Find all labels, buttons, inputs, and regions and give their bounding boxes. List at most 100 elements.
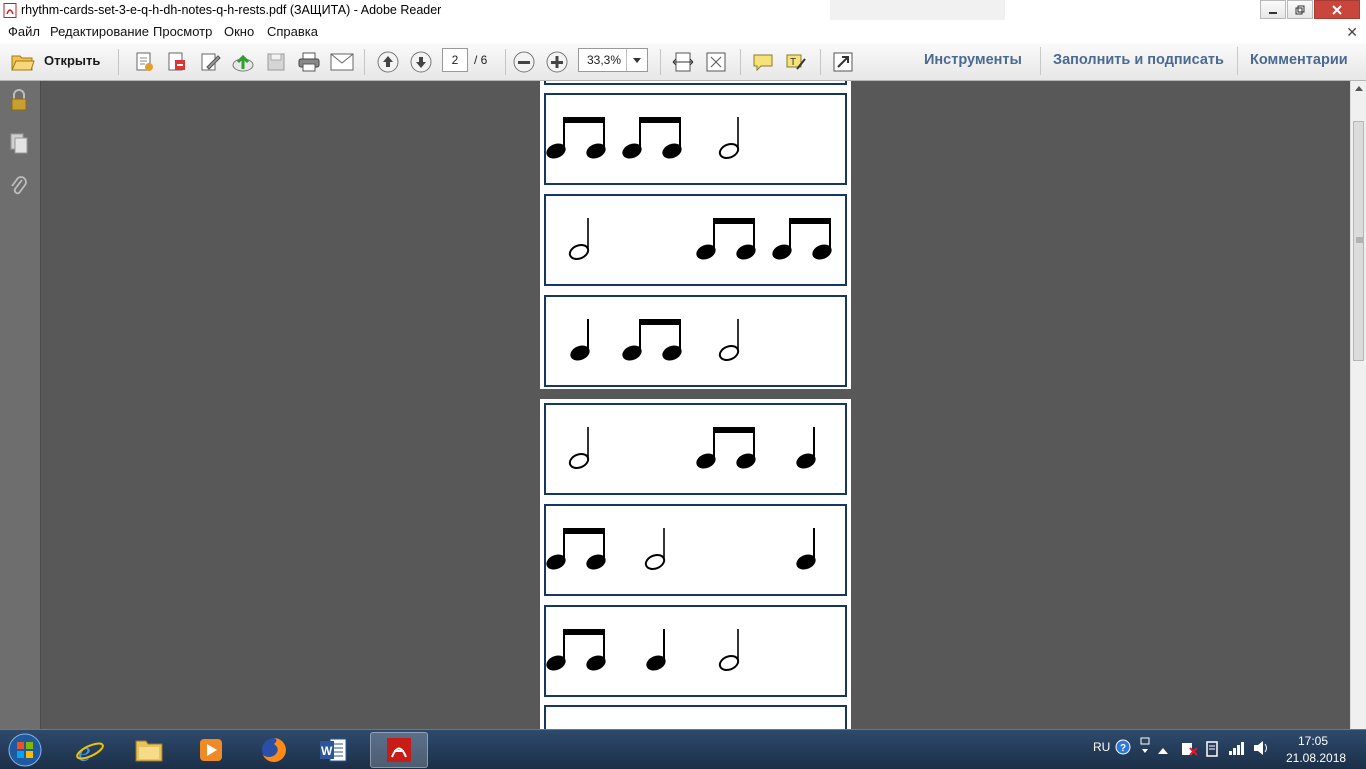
edit-document-icon[interactable]	[197, 49, 223, 75]
navigation-pane	[0, 81, 41, 729]
rhythm-notation	[568, 427, 816, 469]
toolbar-separator	[740, 49, 741, 75]
close-document-icon[interactable]: ✕	[1346, 24, 1358, 41]
background-window-ghost	[830, 0, 1005, 20]
svg-text:T: T	[790, 57, 796, 68]
rhythm-notation	[546, 629, 740, 671]
half-note	[568, 218, 590, 260]
quarter-note	[796, 427, 816, 469]
export-pdf-icon[interactable]	[164, 49, 190, 75]
tab-comments[interactable]: Комментарии	[1250, 52, 1348, 68]
menu-view[interactable]: Просмотр	[153, 24, 212, 39]
eighth-note-pair	[622, 319, 682, 361]
language-indicator[interactable]: RU	[1093, 740, 1110, 754]
rhythm-notation	[546, 528, 816, 570]
eighth-note-pair	[546, 629, 606, 671]
previous-page-icon[interactable]	[375, 49, 401, 75]
rhythm-card	[544, 93, 847, 185]
signal-strength-icon[interactable]	[1228, 740, 1246, 759]
menu-bar: Файл Редактирование Просмотр Окно Справк…	[0, 21, 1366, 44]
pages-thumbnail-icon[interactable]	[8, 132, 30, 154]
full-screen-icon[interactable]	[830, 49, 856, 75]
quarter-note	[646, 629, 666, 671]
toolbar-separator	[660, 49, 661, 75]
menu-file[interactable]: Файл	[8, 24, 40, 39]
upload-cloud-icon[interactable]	[230, 49, 256, 75]
media-player-icon[interactable]	[183, 732, 238, 768]
tab-fill-sign[interactable]: Заполнить и подписать	[1053, 52, 1224, 68]
scroll-up-icon[interactable]	[1355, 86, 1363, 91]
tab-tools[interactable]: Инструменты	[924, 52, 1022, 68]
rhythm-card-partial-top	[544, 81, 847, 85]
restore-button[interactable]	[1287, 0, 1313, 19]
start-button[interactable]	[5, 731, 45, 769]
file-explorer-icon[interactable]	[121, 732, 176, 768]
eighth-note-pair	[622, 117, 682, 159]
window-title: rhythm-cards-set-3-e-q-h-dh-notes-q-h-re…	[21, 3, 442, 17]
volume-icon[interactable]	[1253, 740, 1271, 759]
help-icon[interactable]: ?	[1115, 739, 1131, 758]
minimize-button[interactable]	[1260, 0, 1286, 19]
svg-text:?: ?	[1120, 743, 1126, 754]
comment-icon[interactable]	[750, 49, 776, 75]
show-hidden-icons-icon[interactable]	[1158, 742, 1168, 757]
menu-edit[interactable]: Редактирование	[50, 24, 149, 39]
rhythm-card	[544, 194, 847, 286]
menu-help[interactable]: Справка	[267, 24, 318, 39]
internet-explorer-icon[interactable]: e	[62, 732, 117, 768]
half-note	[718, 319, 740, 361]
pdf-file-icon	[3, 3, 17, 18]
create-pdf-icon[interactable]	[131, 49, 157, 75]
save-icon[interactable]	[263, 49, 289, 75]
toolbar-separator	[505, 49, 506, 75]
rhythm-card	[544, 403, 847, 495]
chevron-down-icon[interactable]	[626, 49, 647, 71]
toolbar-separator	[820, 49, 821, 75]
device-icon[interactable]	[1204, 740, 1220, 761]
print-icon[interactable]	[296, 49, 322, 75]
rhythm-card	[544, 605, 847, 697]
rhythm-card-partial-bottom	[544, 705, 847, 729]
clock-time[interactable]: 17:05	[1298, 734, 1328, 748]
rhythm-notation	[570, 319, 740, 361]
fit-page-icon[interactable]	[703, 49, 729, 75]
eighth-note-pair	[696, 427, 756, 469]
highlight-icon[interactable]: T	[783, 49, 809, 75]
half-note	[718, 117, 740, 159]
email-icon[interactable]	[329, 49, 355, 75]
quarter-note	[570, 319, 590, 361]
clock-date[interactable]: 21.08.2018	[1286, 751, 1346, 765]
zoom-select[interactable]: 33,3%	[578, 48, 648, 72]
adobe-reader-icon[interactable]	[370, 732, 428, 768]
half-note	[568, 427, 590, 469]
attachment-icon[interactable]	[8, 175, 30, 197]
firefox-icon[interactable]	[246, 732, 301, 768]
half-note	[644, 528, 666, 570]
eighth-note-pair	[696, 218, 756, 260]
toolbar-separator	[118, 49, 119, 75]
rhythm-notation	[568, 218, 832, 260]
fit-width-icon[interactable]	[670, 49, 696, 75]
lock-icon[interactable]	[8, 89, 30, 111]
zoom-in-icon[interactable]	[544, 49, 570, 75]
open-button[interactable]: Открыть	[44, 53, 100, 68]
taskbar: e W RU ? 17:05 21.08.2018	[0, 729, 1366, 769]
quarter-note	[796, 528, 816, 570]
keyboard-settings-icon[interactable]	[1140, 737, 1150, 760]
zoom-value: 33,3%	[587, 53, 622, 67]
vertical-scrollbar[interactable]	[1350, 81, 1366, 729]
eighth-note-pair	[546, 117, 606, 159]
menu-window[interactable]: Окно	[224, 24, 254, 39]
tab-separator	[1237, 47, 1238, 75]
svg-text:W: W	[321, 744, 333, 758]
title-bar: rhythm-cards-set-3-e-q-h-dh-notes-q-h-re…	[0, 0, 1366, 21]
page-number-input[interactable]: 2	[442, 48, 468, 72]
scrollbar-thumb[interactable]	[1353, 121, 1364, 361]
action-center-icon[interactable]	[1180, 740, 1198, 761]
zoom-out-icon[interactable]	[511, 49, 537, 75]
page-total: / 6	[474, 53, 488, 67]
next-page-icon[interactable]	[408, 49, 434, 75]
open-folder-icon[interactable]	[10, 49, 36, 75]
word-icon[interactable]: W	[305, 732, 360, 768]
close-button[interactable]	[1314, 0, 1360, 19]
